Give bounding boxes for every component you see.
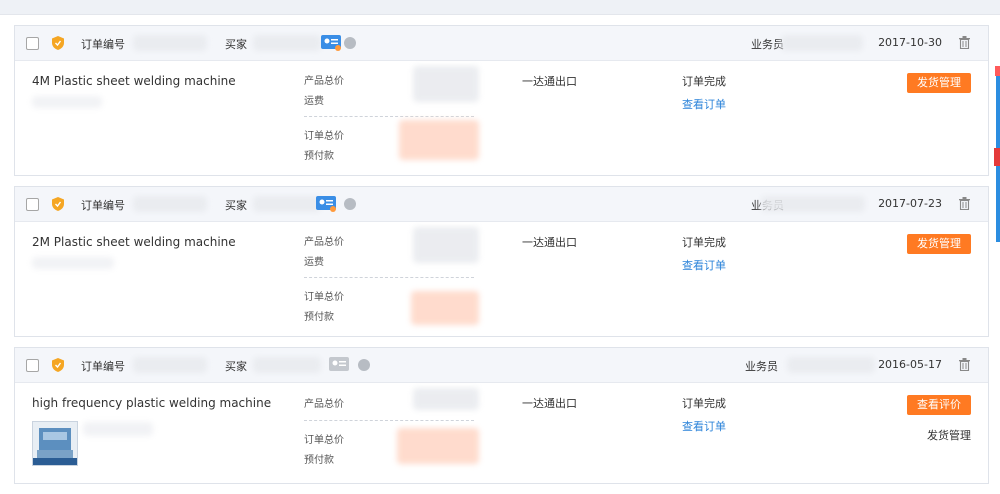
order-total-label: 订单总价 (304, 292, 344, 303)
redacted-total (399, 120, 479, 160)
order-status: 订单完成 (682, 75, 726, 88)
gray-dot-icon (344, 198, 356, 210)
product-name[interactable]: 4M Plastic sheet welding machine (32, 74, 236, 88)
shield-icon (52, 36, 64, 50)
freight-label: 运费 (304, 257, 324, 268)
redacted-total (411, 291, 479, 325)
shield-icon (52, 197, 64, 211)
shipping-method: 一达通出口 (522, 75, 577, 88)
prepay-label: 预付款 (304, 312, 334, 323)
buyer-label: 买家 (225, 360, 247, 373)
redacted-total (397, 428, 479, 464)
order-total-label: 订单总价 (304, 435, 344, 446)
shipping-manage-button[interactable]: 发货管理 (907, 73, 971, 93)
redacted-order-number (133, 357, 207, 373)
order-header: 订单编号 买家 业务员 2017-07-23 (15, 187, 988, 222)
product-name[interactable]: high frequency plastic welding machine (32, 396, 271, 410)
redacted-buyer (253, 357, 321, 373)
redacted-sales (787, 357, 875, 373)
order-status: 订单完成 (682, 236, 726, 249)
view-order-link[interactable]: 查看订单 (682, 96, 726, 112)
checkbox-icon[interactable] (26, 198, 39, 211)
order-card-3: 订单编号 买家 业务员 2016-05-17 high frequency pl… (14, 347, 989, 484)
gray-dot-icon (358, 359, 370, 371)
id-card-icon (316, 196, 336, 212)
trash-icon[interactable] (959, 358, 970, 371)
product-thumbnail[interactable] (32, 421, 78, 466)
sales-label: 业务员 (745, 360, 778, 373)
divider (304, 420, 474, 421)
product-total-label: 产品总价 (304, 399, 344, 410)
order-date: 2017-07-23 (878, 197, 942, 210)
shipping-method: 一达通出口 (522, 397, 577, 410)
redacted-buyer (253, 35, 321, 51)
sales-label: 业务员 (751, 38, 784, 51)
order-number-label: 订单编号 (81, 38, 125, 51)
product-total-label: 产品总价 (304, 237, 344, 248)
checkbox-icon[interactable] (26, 37, 39, 50)
order-number-label: 订单编号 (81, 360, 125, 373)
trash-icon[interactable] (959, 36, 970, 49)
shipping-method: 一达通出口 (522, 236, 577, 249)
product-name[interactable]: 2M Plastic sheet welding machine (32, 235, 236, 249)
shield-icon (52, 358, 64, 372)
shipping-manage-link[interactable]: 发货管理 (927, 427, 971, 443)
order-status: 订单完成 (682, 397, 726, 410)
redacted-price (413, 227, 479, 263)
order-date: 2017-10-30 (878, 36, 942, 49)
buyer-label: 买家 (225, 199, 247, 212)
buyer-label: 买家 (225, 38, 247, 51)
order-header: 订单编号 买家 业务员 2017-10-30 (15, 26, 988, 61)
redacted-sales (781, 35, 863, 51)
order-total-label: 订单总价 (304, 131, 344, 142)
checkbox-icon[interactable] (26, 359, 39, 372)
redacted-price (413, 66, 479, 102)
view-review-button[interactable]: 查看评价 (907, 395, 971, 415)
prepay-label: 预付款 (304, 455, 334, 466)
redacted-product-detail (32, 96, 102, 108)
side-panel-accent (995, 66, 1000, 76)
id-card-icon (321, 35, 341, 51)
table-header-bar (0, 0, 1000, 15)
order-number-label: 订单编号 (81, 199, 125, 212)
id-card-icon (329, 357, 349, 371)
order-card-1: 订单编号 买家 业务员 2017-10-30 4M Plastic sheet … (14, 25, 989, 176)
freight-label: 运费 (304, 96, 324, 107)
divider (304, 116, 474, 117)
order-card-2: 订单编号 买家 业务员 2017-07-23 2M Plastic sheet … (14, 186, 989, 337)
redacted-order-number (133, 196, 207, 212)
redacted-sales (761, 196, 865, 212)
product-total-label: 产品总价 (304, 76, 344, 87)
gray-dot-icon (344, 37, 356, 49)
view-order-link[interactable]: 查看订单 (682, 257, 726, 273)
shipping-manage-button[interactable]: 发货管理 (907, 234, 971, 254)
order-header: 订单编号 买家 业务员 2016-05-17 (15, 348, 988, 383)
trash-icon[interactable] (959, 197, 970, 210)
redacted-buyer (253, 196, 321, 212)
divider (304, 277, 474, 278)
order-date: 2016-05-17 (878, 358, 942, 371)
machine-image-icon (33, 422, 77, 465)
redacted-product-detail (32, 257, 114, 269)
redacted-product-detail (83, 422, 153, 436)
prepay-label: 预付款 (304, 151, 334, 162)
redacted-price (413, 388, 479, 410)
side-panel-tab[interactable] (994, 148, 1000, 166)
view-order-link[interactable]: 查看订单 (682, 418, 726, 434)
redacted-order-number (133, 35, 207, 51)
